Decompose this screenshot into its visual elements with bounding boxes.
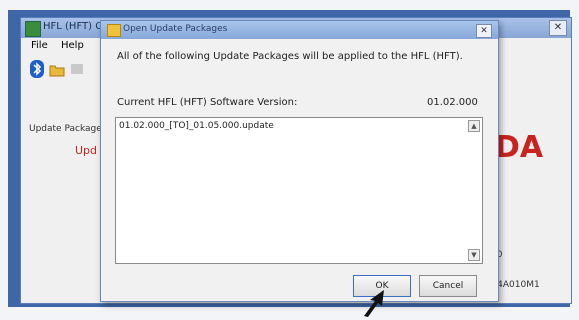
page: HFL (HFT) Com ✕ File Help Update Package…	[0, 0, 579, 320]
folder-icon	[107, 24, 121, 37]
mouse-pointer-icon	[364, 290, 384, 317]
dialog-message: All of the following Update Packages wil…	[117, 51, 463, 62]
open-update-packages-dialog: Open Update Packages ✕ All of the follow…	[100, 20, 499, 302]
open-folder-icon[interactable]	[49, 60, 65, 78]
bluetooth-icon[interactable]	[29, 60, 45, 78]
dialog-titlebar: Open Update Packages ✕	[101, 21, 498, 39]
dialog-title: Open Update Packages	[123, 24, 228, 34]
cancel-button[interactable]: Cancel	[419, 275, 477, 297]
menu-file[interactable]: File	[31, 40, 48, 51]
list-item[interactable]: 01.02.000_[TO]_01.05.000.update	[119, 121, 274, 131]
app-icon	[25, 21, 41, 37]
update-package-list[interactable]: 01.02.000_[TO]_01.05.000.update ▲ ▼	[115, 117, 483, 264]
scroll-down-icon[interactable]: ▼	[468, 249, 480, 261]
update-package-label: Update Package	[29, 124, 102, 134]
main-close-button[interactable]: ✕	[549, 20, 567, 36]
menu-help[interactable]: Help	[61, 40, 84, 51]
dialog-close-button[interactable]: ✕	[476, 24, 492, 38]
version-label: Current HFL (HFT) Software Version:	[117, 97, 298, 108]
version-value: 01.02.000	[427, 97, 478, 108]
brand-logo-text: DA	[495, 130, 544, 165]
scroll-up-icon[interactable]: ▲	[468, 120, 480, 132]
toolbar-disabled-icon[interactable]	[69, 60, 85, 78]
update-status-text: Upd	[75, 144, 98, 157]
